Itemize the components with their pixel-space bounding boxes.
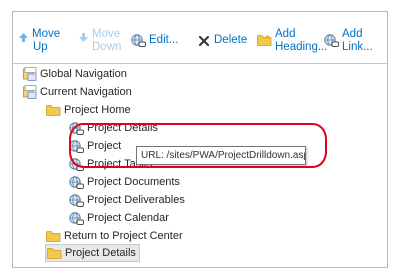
url-tooltip: URL: /sites/PWA/ProjectDrilldown.aspx [136, 146, 306, 165]
tree-node-label: Return to Project Center [64, 230, 183, 242]
tree-node-project-hovered[interactable]: Project [69, 137, 121, 155]
tree-node-project-documents[interactable]: Project Documents [69, 173, 180, 191]
move-down-label-line1: Move [92, 28, 121, 40]
tree-node-label: Project Calendar [87, 212, 169, 224]
globe-link-icon [69, 121, 84, 135]
tree-node-label: Project Deliverables [87, 194, 185, 206]
tree-node-return-to-project-center[interactable]: Return to Project Center [46, 227, 183, 245]
navigation-tree: Global Navigation Current Navigation Pro… [13, 64, 387, 267]
globe-link-icon [69, 193, 84, 207]
tree-node-global-navigation[interactable]: Global Navigation [23, 65, 127, 83]
tree-node-label: Project Details [65, 247, 136, 259]
globe-link-icon [69, 157, 84, 171]
add-link-label-line2: Link... [342, 41, 373, 53]
globe-link-icon [69, 211, 84, 225]
arrow-down-icon [79, 33, 88, 42]
folder-icon [47, 248, 62, 259]
tree-node-label: Global Navigation [40, 68, 127, 80]
navigation-icon [23, 85, 37, 99]
delete-label: Delete [214, 34, 248, 46]
tree-node-current-navigation[interactable]: Current Navigation [23, 83, 132, 101]
navigation-editor: Move Up Move Down Edit... Delete Add Hea… [12, 11, 388, 268]
tree-node-label: Project Home [64, 104, 131, 116]
folder-icon [257, 34, 272, 46]
delete-button[interactable]: Delete [199, 34, 247, 47]
globe-link-icon [131, 34, 146, 47]
tree-node-label: Current Navigation [40, 86, 132, 98]
add-link-label-line1: Add [342, 28, 363, 40]
move-up-label-line2: Up [33, 41, 48, 53]
tree-node-label: Project Details [87, 122, 158, 134]
add-heading-label-line1: Add [275, 28, 296, 40]
tree-node-label: Project Documents [87, 176, 180, 188]
add-link-button[interactable]: Add Link... [324, 28, 373, 54]
globe-link-icon [324, 34, 339, 47]
folder-icon [46, 105, 61, 116]
globe-link-icon [69, 139, 84, 153]
tree-node-project-details[interactable]: Project Details [69, 119, 158, 137]
edit-button[interactable]: Edit... [131, 34, 178, 47]
add-heading-label-line2: Heading... [275, 41, 328, 53]
arrow-up-icon [19, 33, 28, 42]
folder-icon [46, 231, 61, 242]
navigation-icon [23, 67, 37, 81]
edit-label: Edit... [149, 34, 179, 46]
toolbar: Move Up Move Down Edit... Delete Add Hea… [13, 12, 387, 63]
move-down-label-line2: Down [92, 41, 122, 53]
close-icon [199, 35, 209, 46]
add-heading-button[interactable]: Add Heading... [257, 28, 327, 54]
move-up-button[interactable]: Move Up [19, 28, 60, 54]
move-down-button[interactable]: Move Down [79, 28, 121, 54]
tree-node-project-calendar[interactable]: Project Calendar [69, 209, 169, 227]
globe-link-icon [69, 175, 84, 189]
tree-node-project-home[interactable]: Project Home [46, 101, 131, 119]
move-up-label-line1: Move [32, 28, 61, 40]
tree-node-label: Project [87, 140, 122, 152]
tree-node-project-details-selected[interactable]: Project Details [45, 244, 140, 262]
tree-node-project-deliverables[interactable]: Project Deliverables [69, 191, 185, 209]
